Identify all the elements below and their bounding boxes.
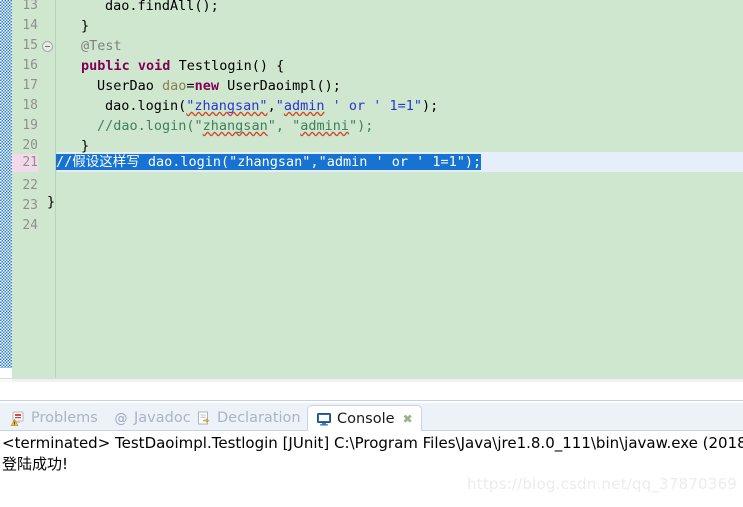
line-number-current: 21 [12,154,38,172]
editor-horizontal-scrollbar[interactable]: ‹ [12,378,743,382]
console-output-text: 登陆成功! [2,455,69,473]
tab-label-declaration: Declaration [217,410,301,426]
tab-declaration[interactable]: Declaration [188,405,309,431]
line-number: 19 [22,118,38,133]
code-line-23: } [47,194,56,210]
code-text-area[interactable]: dao.findAll(); } @Test public void Testl… [47,0,743,378]
tab-problems[interactable]: Problems [2,405,106,431]
code-line-17: UserDao dao=new UserDaoimpl(); [97,78,341,94]
code-line-14: } [81,18,90,34]
line-number: 16 [22,58,38,73]
code-line-13: dao.findAll(); [105,0,219,14]
console-output-area[interactable]: <terminated> TestDaoimpl.Testlogin [JUni… [0,431,743,507]
line-number: 17 [22,78,38,93]
line-number: 13 [22,0,38,13]
line-number: 24 [22,218,38,233]
code-editor[interactable]: 13 14 15 16 17 18 19 20 21 22 23 24 dao.… [0,0,743,382]
line-number: 20 [22,138,38,153]
console-icon [316,411,332,427]
view-tab-bar: Problems @ Javadoc Declaration Console ✖ [0,403,743,432]
code-folding-column[interactable] [40,0,56,378]
code-line-19: //dao.login("zhangsan", "admini"); [97,118,374,134]
annotation-overview-ruler[interactable] [0,0,12,368]
code-line-18: dao.login("zhangsan","admin ' or ' 1=1")… [105,98,439,114]
line-number: 18 [22,98,38,113]
line-number-gutter: 13 14 15 16 17 18 19 20 21 22 23 24 [12,0,40,382]
code-line-15: @Test [81,38,122,54]
tab-console[interactable]: Console ✖ [307,405,422,432]
line-number: 22 [22,178,38,193]
fold-collapse-icon[interactable] [42,41,53,52]
watermark: https://blog.csdn.net/qq_37870369 [467,475,737,493]
tab-label-javadoc: Javadoc [134,410,191,426]
console-launch-header: <terminated> TestDaoimpl.Testlogin [JUni… [2,434,743,452]
javadoc-icon: @ [113,410,129,427]
line-number: 14 [22,18,38,33]
line-number: 15 [22,38,38,53]
problems-icon [10,410,26,427]
tab-javadoc[interactable]: @ Javadoc [105,405,199,431]
svg-text:@: @ [115,412,128,427]
code-line-16: public void Testlogin() { [81,58,285,74]
line-number: 23 [22,198,38,213]
tab-label-problems: Problems [31,410,98,426]
declaration-icon [196,410,212,426]
code-line-21-selected[interactable]: //假设这样写 dao.login("zhangsan","admin ' or… [56,152,482,172]
tab-label-console: Console [337,411,395,427]
eclipse-ide-window: 13 14 15 16 17 18 19 20 21 22 23 24 dao.… [0,0,743,507]
close-icon[interactable]: ✖ [403,412,413,426]
scroll-left-arrow-icon[interactable]: ‹ [42,379,62,382]
